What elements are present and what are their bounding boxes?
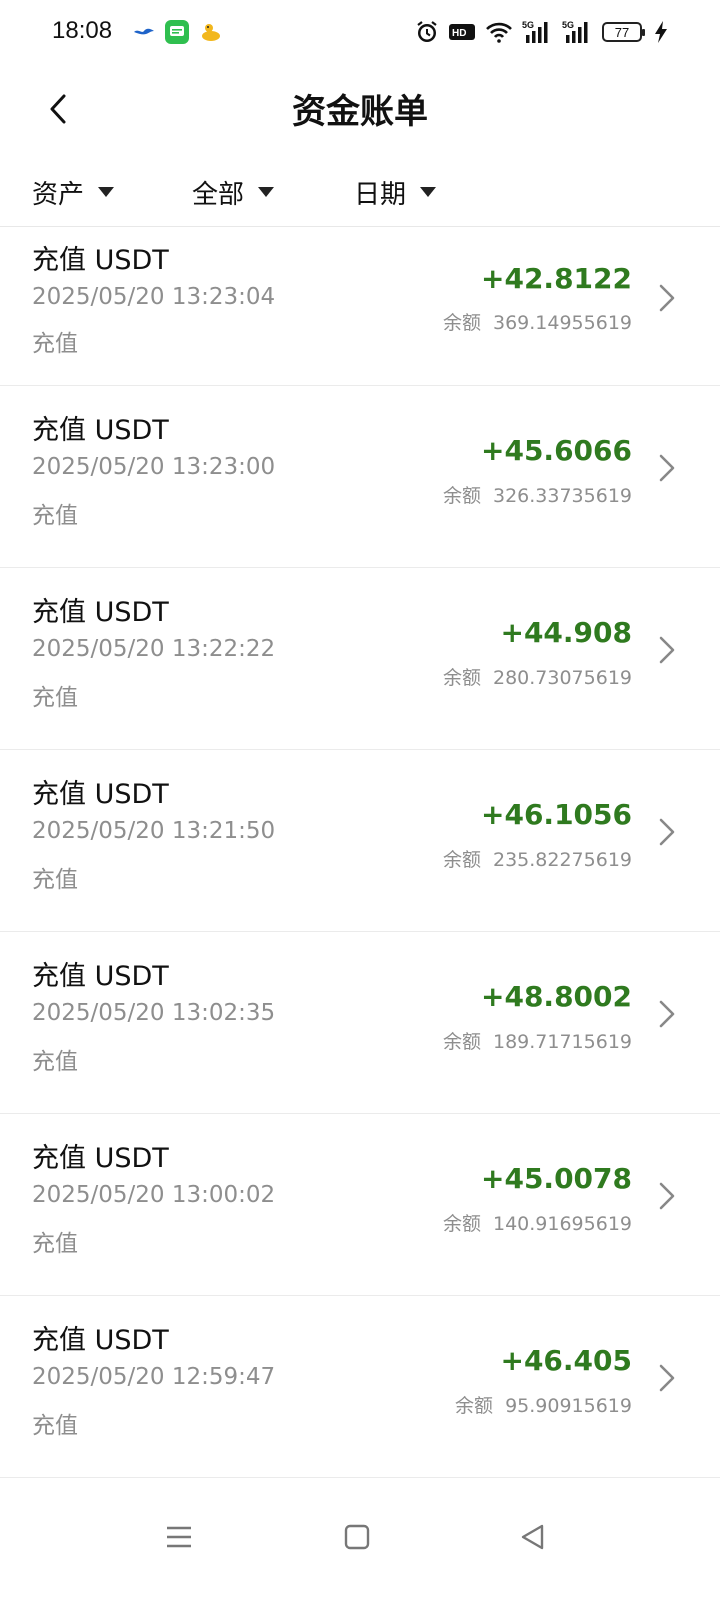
caret-down-icon [258,187,275,197]
transaction-type: 充值 [32,331,78,357]
transaction-name: 充值 USDT [32,415,169,446]
transaction-amount: +46.1056 [481,798,632,831]
transaction-balance: 余额 280.73075619 [443,663,632,690]
transaction-amount: +42.8122 [481,262,632,295]
transaction-balance: 余额 95.90915619 [455,1391,632,1418]
bird-app-icon [132,20,156,44]
transaction-date: 2025/05/20 13:23:00 [32,454,276,480]
balance-value: 235.82275619 [492,849,632,871]
transaction-row[interactable]: 充值 USDT 2025/05/20 13:22:22 充值 +44.908 余… [0,568,720,750]
transaction-date: 2025/05/20 13:00:02 [32,1182,276,1208]
caret-down-icon [420,187,437,197]
chevron-right-icon [659,1364,675,1392]
balance-value: 95.90915619 [505,1395,632,1417]
svg-text:5G: 5G [522,20,534,30]
balance-value: 189.71715619 [492,1031,632,1053]
transaction-list: 充值 USDT 2025/05/20 13:23:04 充值 +42.8122 … [0,226,720,1478]
filter-asset-label: 资产 [32,179,85,210]
balance-label: 余额 [455,1395,494,1417]
transaction-row[interactable]: 充值 USDT 2025/05/20 12:59:47 充值 +46.405 余… [0,1296,720,1478]
transaction-row[interactable]: 充值 USDT 2025/05/20 13:23:00 充值 +45.6066 … [0,386,720,568]
filter-asset-dropdown[interactable]: 资产 [32,170,115,214]
transaction-name: 充值 USDT [32,1143,169,1174]
signal-5g-icon: 5G [522,19,554,45]
battery-icon: 77 [602,22,645,42]
transaction-amount: +48.8002 [481,980,632,1013]
chevron-right-icon [659,454,675,482]
transaction-row[interactable]: 充值 USDT 2025/05/20 13:00:02 充值 +45.0078 … [0,1114,720,1296]
balance-value: 140.91695619 [492,1213,632,1235]
transaction-balance: 余额 369.14955619 [443,308,632,335]
filter-date-label: 日期 [354,179,407,210]
chevron-right-icon [659,284,675,312]
system-nav-bar [0,1478,720,1612]
signal-5g-icon: 5G [562,19,594,45]
transaction-name: 充值 USDT [32,961,169,992]
svg-text:HD: HD [452,28,466,39]
transaction-row[interactable]: 充值 USDT 2025/05/20 13:21:50 充值 +46.1056 … [0,750,720,932]
transaction-row[interactable]: 充值 USDT 2025/05/20 13:02:35 充值 +48.8002 … [0,932,720,1114]
chevron-right-icon [659,1182,675,1210]
transaction-type: 充值 [32,1049,78,1075]
balance-label: 余额 [442,312,481,334]
chevron-right-icon [659,1000,675,1028]
transaction-row[interactable]: 充值 USDT 2025/05/20 13:23:04 充值 +42.8122 … [0,226,720,386]
alarm-icon [414,19,440,45]
charging-icon [654,19,668,45]
balance-label: 余额 [442,1213,481,1235]
balance-value: 280.73075619 [492,667,632,689]
home-button[interactable] [332,1512,382,1562]
transaction-date: 2025/05/20 13:22:22 [32,636,276,662]
transaction-amount: +46.405 [500,1344,632,1377]
transaction-type: 充值 [32,867,78,893]
status-bar: 18:08 HD 5G 5G 77 [0,0,720,66]
transaction-date: 2025/05/20 13:02:35 [32,1000,276,1026]
transaction-type: 充值 [32,503,78,529]
filter-date-dropdown[interactable]: 日期 [354,170,437,214]
balance-label: 余额 [442,667,481,689]
filter-type-dropdown[interactable]: 全部 [192,170,275,214]
home-square-icon [344,1524,370,1550]
filter-type-label: 全部 [192,179,245,210]
transaction-name: 充值 USDT [32,1325,169,1356]
transaction-amount: +45.0078 [481,1162,632,1195]
transaction-type: 充值 [32,1413,78,1439]
transaction-amount: +44.908 [500,616,632,649]
transaction-date: 2025/05/20 12:59:47 [32,1364,276,1390]
svg-text:5G: 5G [562,20,574,30]
status-time: 18:08 [52,17,113,44]
balance-label: 余额 [442,485,481,507]
chat-app-icon [165,20,189,44]
transaction-name: 充值 USDT [32,245,169,276]
wifi-icon [484,19,514,45]
hd-icon: HD [448,19,476,45]
filter-bar: 资产 全部 日期 [0,160,720,227]
chevron-right-icon [659,818,675,846]
caret-down-icon [98,187,115,197]
transaction-type: 充值 [32,685,78,711]
back-nav-button[interactable] [508,1512,558,1562]
balance-value: 326.33735619 [492,485,632,507]
transaction-name: 充值 USDT [32,779,169,810]
transaction-type: 充值 [32,1231,78,1257]
transaction-date: 2025/05/20 13:21:50 [32,818,276,844]
menu-button[interactable] [154,1512,204,1562]
chevron-right-icon [659,636,675,664]
balance-label: 余额 [442,849,481,871]
battery-level: 77 [614,24,630,40]
duck-app-icon [199,20,223,44]
transaction-balance: 余额 235.82275619 [443,845,632,872]
transaction-amount: +45.6066 [481,434,632,467]
menu-icon [167,1526,191,1548]
page-title: 资金账单 [292,92,428,132]
app-header: 资金账单 [0,66,720,156]
transaction-balance: 余额 189.71715619 [443,1027,632,1054]
transaction-date: 2025/05/20 13:23:04 [32,284,276,310]
balance-label: 余额 [442,1031,481,1053]
balance-value: 369.14955619 [492,312,632,334]
back-triangle-icon [521,1524,544,1550]
transaction-name: 充值 USDT [32,597,169,628]
transaction-balance: 余额 140.91695619 [443,1209,632,1236]
transaction-balance: 余额 326.33735619 [443,481,632,508]
